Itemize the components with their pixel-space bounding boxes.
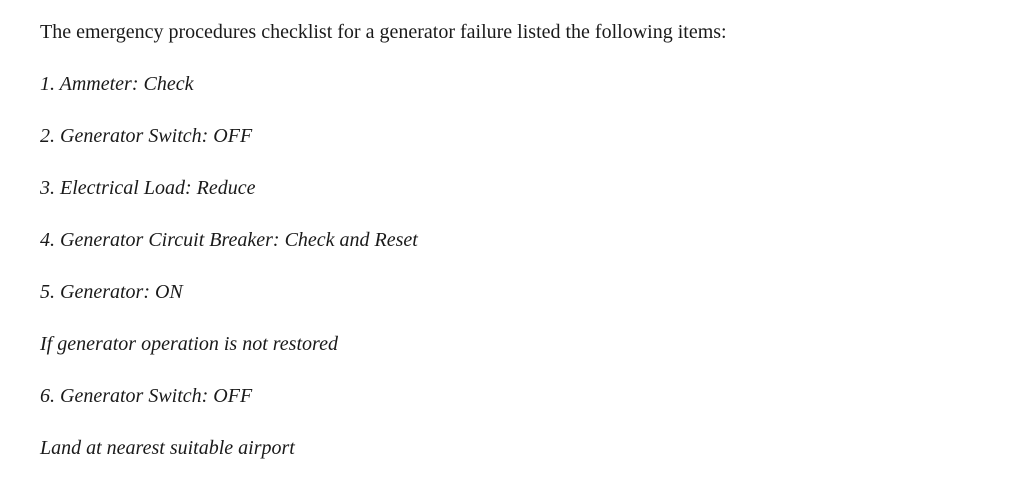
checklist-item: 5. Generator: ON [40,278,984,306]
intro-text: The emergency procedures checklist for a… [40,18,984,46]
checklist-item: 3. Electrical Load: Reduce [40,174,984,202]
checklist-item: 2. Generator Switch: OFF [40,122,984,150]
document-page: The emergency procedures checklist for a… [0,0,1024,462]
checklist-item: 4. Generator Circuit Breaker: Check and … [40,226,984,254]
final-note: Land at nearest suitable airport [40,434,984,462]
checklist-item: 1. Ammeter: Check [40,70,984,98]
condition-note: If generator operation is not restored [40,330,984,358]
checklist-item: 6. Generator Switch: OFF [40,382,984,410]
